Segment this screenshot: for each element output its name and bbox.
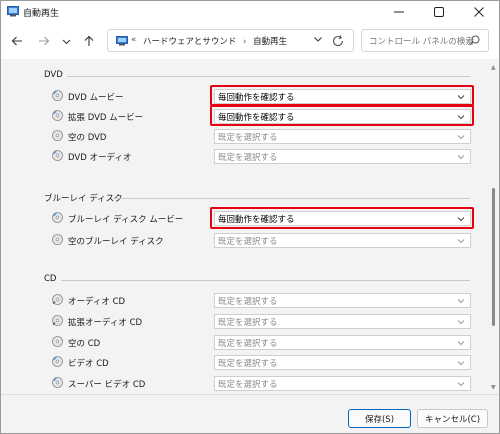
dropdown-enhanced-audio-cd[interactable]: 既定を選択する bbox=[214, 314, 471, 329]
row-label-blank-cd: 空の CD bbox=[68, 339, 101, 349]
dropdown-value: 既定を選択する bbox=[218, 380, 278, 390]
dropdown-blank-cd[interactable]: 既定を選択する bbox=[214, 335, 471, 350]
close-icon bbox=[474, 7, 484, 17]
breadcrumb-item-hardware[interactable]: ハードウェアとサウンド bbox=[143, 37, 236, 47]
section-header-cd: CD bbox=[44, 274, 57, 284]
disc-icon bbox=[52, 150, 63, 161]
dropdown-dvd-audio[interactable]: 既定を選択する bbox=[214, 149, 471, 164]
control-panel-icon bbox=[116, 36, 128, 46]
chevron-down-icon bbox=[457, 239, 465, 244]
disc-icon bbox=[52, 356, 63, 367]
chevron-down-icon bbox=[457, 320, 465, 325]
breadcrumb-separator: › bbox=[243, 37, 247, 47]
chevron-down-icon bbox=[457, 135, 465, 140]
forward-button[interactable] bbox=[36, 31, 52, 51]
search-icon bbox=[469, 35, 480, 46]
chevron-down-icon bbox=[457, 382, 465, 387]
row-label-bluray-movie: ブルーレイ ディスク ムービー bbox=[68, 215, 184, 225]
dropdown-super-video-cd[interactable]: 既定を選択する bbox=[214, 376, 471, 391]
disc-icon bbox=[52, 130, 63, 141]
control-panel-icon bbox=[7, 6, 19, 17]
section-header-dvd: DVD bbox=[44, 70, 63, 80]
row-label-enhanced-audio-cd: 拡張オーディオ CD bbox=[68, 318, 143, 328]
section-divider bbox=[67, 76, 470, 77]
window-title: 自動再生 bbox=[23, 9, 60, 19]
arrow-up-icon bbox=[84, 35, 94, 46]
scroll-up-arrow[interactable]: ▲ bbox=[491, 64, 496, 71]
search-input[interactable]: コントロール パネルの検索 bbox=[369, 35, 474, 47]
row-label-audio-cd: オーディオ CD bbox=[68, 297, 126, 307]
dropdown-video-cd[interactable]: 既定を選択する bbox=[214, 355, 471, 370]
autoplay-window: 自動再生 « ハードウェアとサウンド › 自動再生 コントロール パネルの検索 … bbox=[0, 0, 500, 434]
highlight-box-enhanced-dvd-movie bbox=[210, 105, 474, 126]
section-header-bluray: ブルーレイ ディスク bbox=[44, 194, 123, 204]
audio-cd-icon bbox=[52, 294, 63, 305]
highlight-box-dvd-movie bbox=[210, 85, 474, 106]
arrow-left-icon bbox=[11, 36, 22, 46]
dropdown-value: 既定を選択する bbox=[218, 359, 278, 369]
title-bar: 自動再生 bbox=[1, 1, 499, 23]
cancel-button[interactable]: キャンセル(C) bbox=[417, 409, 488, 428]
refresh-icon[interactable] bbox=[331, 34, 345, 48]
breadcrumb: ハードウェアとサウンド › 自動再生 bbox=[143, 35, 287, 47]
dropdown-value: 既定を選択する bbox=[218, 297, 278, 307]
row-label-enhanced-dvd-movie: 拡張 DVD ムービー bbox=[68, 113, 144, 123]
dropdown-value: 既定を選択する bbox=[218, 153, 278, 163]
breadcrumb-item-autoplay[interactable]: 自動再生 bbox=[253, 37, 287, 47]
dropdown-value: 既定を選択する bbox=[218, 318, 278, 328]
chevron-down-icon bbox=[62, 39, 70, 44]
save-button[interactable]: 保存(S) bbox=[348, 409, 411, 428]
chevron-down-icon bbox=[457, 361, 465, 366]
back-button[interactable] bbox=[9, 31, 25, 51]
chevron-down-icon bbox=[314, 37, 322, 42]
scroll-down-arrow[interactable]: ▼ bbox=[491, 384, 496, 391]
dropdown-blank-bluray[interactable]: 既定を選択する bbox=[214, 233, 471, 248]
disc-icon bbox=[52, 90, 63, 101]
up-button[interactable] bbox=[81, 31, 97, 51]
close-button[interactable] bbox=[459, 1, 499, 23]
disc-icon bbox=[52, 377, 63, 388]
chevron-down-icon bbox=[457, 155, 465, 160]
disc-icon bbox=[52, 110, 63, 121]
row-label-blank-dvd: 空の DVD bbox=[68, 133, 107, 143]
disc-icon bbox=[52, 212, 63, 223]
dropdown-blank-dvd[interactable]: 既定を選択する bbox=[214, 129, 471, 144]
chevron-down-icon bbox=[457, 341, 465, 346]
disc-icon bbox=[52, 234, 63, 245]
row-label-dvd-audio: DVD オーディオ bbox=[68, 153, 132, 163]
minimize-button[interactable] bbox=[379, 1, 419, 23]
dropdown-value: 既定を選択する bbox=[218, 339, 278, 349]
row-label-video-cd: ビデオ CD bbox=[68, 359, 109, 369]
row-label-blank-bluray: 空のブルーレイ ディスク bbox=[68, 237, 164, 247]
minimize-icon bbox=[394, 11, 404, 13]
row-label-super-video-cd: スーパー ビデオ CD bbox=[68, 380, 146, 390]
dialog-footer: 保存(S) キャンセル(C) bbox=[1, 394, 499, 433]
row-label-dvd-movie: DVD ムービー bbox=[68, 93, 124, 103]
address-dropdown-button[interactable] bbox=[313, 34, 323, 47]
recent-locations-button[interactable] bbox=[59, 31, 73, 51]
highlight-box-bluray-movie bbox=[210, 207, 474, 229]
maximize-button[interactable] bbox=[419, 1, 459, 23]
arrow-right-icon bbox=[39, 36, 50, 46]
search-box[interactable]: コントロール パネルの検索 bbox=[361, 29, 489, 52]
scrollbar-thumb[interactable] bbox=[492, 188, 495, 326]
maximize-icon bbox=[434, 7, 444, 17]
overflow-marker[interactable]: « bbox=[131, 35, 136, 45]
section-divider bbox=[113, 198, 470, 199]
audio-cd-icon bbox=[52, 315, 63, 326]
disc-icon bbox=[52, 336, 63, 347]
address-bar[interactable]: « ハードウェアとサウンド › 自動再生 bbox=[107, 29, 354, 52]
dropdown-value: 既定を選択する bbox=[218, 237, 278, 247]
dropdown-value: 既定を選択する bbox=[218, 133, 278, 143]
dropdown-audio-cd[interactable]: 既定を選択する bbox=[214, 293, 471, 308]
chevron-down-icon bbox=[457, 299, 465, 304]
section-divider bbox=[61, 280, 470, 281]
